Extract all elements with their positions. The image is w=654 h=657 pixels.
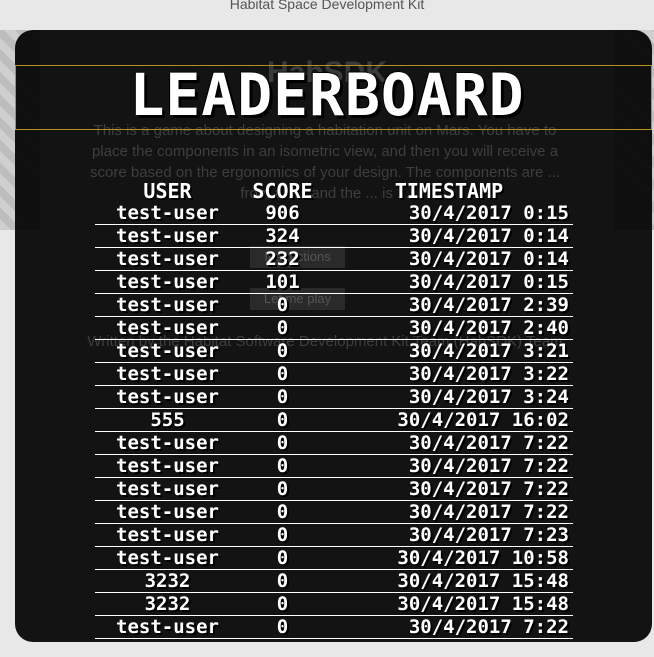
leaderboard-row: 3232 0 30/4/2017 15:48 xyxy=(95,569,573,593)
cell-timestamp: 30/4/2017 7:22 xyxy=(325,477,573,501)
leaderboard-row: test-user 0 30/4/2017 3:22 xyxy=(95,362,573,386)
cell-user: test-user xyxy=(95,339,240,363)
cell-score: 101 xyxy=(240,270,325,294)
cell-user: test-user xyxy=(95,316,240,340)
cell-user: test-user xyxy=(95,454,240,478)
cell-timestamp: 30/4/2017 10:58 xyxy=(325,546,573,570)
leaderboard-row: test-user 0 30/4/2017 7:22 xyxy=(95,477,573,501)
cell-timestamp: 30/4/2017 7:23 xyxy=(325,523,573,547)
cell-score: 0 xyxy=(240,316,325,340)
leaderboard-row: test-user 0 30/4/2017 7:22 xyxy=(95,431,573,455)
cell-timestamp: 30/4/2017 2:40 xyxy=(325,316,573,340)
cell-timestamp: 30/4/2017 7:22 xyxy=(325,615,573,639)
cell-user: test-user xyxy=(95,477,240,501)
leaderboard-row: test-user 232 30/4/2017 0:14 xyxy=(95,247,573,271)
cell-score: 0 xyxy=(240,385,325,409)
leaderboard-row: test-user 0 30/4/2017 3:24 xyxy=(95,385,573,409)
cell-score: 0 xyxy=(240,569,325,593)
cell-timestamp: 30/4/2017 0:15 xyxy=(325,270,573,294)
column-header-timestamp: TIMESTAMP xyxy=(394,179,504,203)
leaderboard-row: test-user 0 30/4/2017 7:22 xyxy=(95,500,573,524)
cell-user: test-user xyxy=(95,431,240,455)
app-header-title: Habitat Space Development Kit xyxy=(229,0,425,12)
cell-score: 0 xyxy=(240,546,325,570)
cell-timestamp: 30/4/2017 16:02 xyxy=(325,408,573,432)
cell-timestamp: 30/4/2017 15:48 xyxy=(325,592,573,616)
leaderboard-title: LEADERBOARD xyxy=(129,61,525,129)
cell-user: 555 xyxy=(95,408,240,432)
cell-user: 3232 xyxy=(95,592,240,616)
cell-user: test-user xyxy=(95,385,240,409)
cell-user: test-user xyxy=(95,247,240,271)
leaderboard-row: test-user 0 30/4/2017 2:40 xyxy=(95,316,573,340)
cell-score: 0 xyxy=(240,500,325,524)
leaderboard-row: test-user 0 30/4/2017 3:21 xyxy=(95,339,573,363)
cell-score: 0 xyxy=(240,615,325,639)
cell-timestamp: 30/4/2017 7:22 xyxy=(325,454,573,478)
leaderboard-row: test-user 0 30/4/2017 10:58 xyxy=(95,546,573,570)
cell-user: 3232 xyxy=(95,569,240,593)
cell-score: 232 xyxy=(240,247,325,271)
leaderboard-row: test-user 0 30/4/2017 7:22 xyxy=(95,615,573,639)
cell-timestamp: 30/4/2017 7:22 xyxy=(325,500,573,524)
leaderboard-row: test-user 0 30/4/2017 7:23 xyxy=(95,523,573,547)
cell-score: 0 xyxy=(240,592,325,616)
cell-score: 0 xyxy=(240,523,325,547)
cell-score: 0 xyxy=(240,362,325,386)
cell-score: 0 xyxy=(240,339,325,363)
cell-user: test-user xyxy=(95,523,240,547)
cell-score: 0 xyxy=(240,408,325,432)
cell-score: 324 xyxy=(240,224,325,248)
cell-user: test-user xyxy=(95,202,240,225)
leaderboard-row: test-user 0 30/4/2017 2:39 xyxy=(95,293,573,317)
leaderboard-row: test-user 0 30/4/2017 7:22 xyxy=(95,454,573,478)
cell-timestamp: 30/4/2017 3:22 xyxy=(325,362,573,386)
cell-user: test-user xyxy=(95,362,240,386)
cell-user: test-user xyxy=(95,615,240,639)
cell-timestamp: 30/4/2017 0:14 xyxy=(325,247,573,271)
leaderboard-row: 555 0 30/4/2017 16:02 xyxy=(95,408,573,432)
cell-user: test-user xyxy=(95,546,240,570)
cell-timestamp: 30/4/2017 3:24 xyxy=(325,385,573,409)
column-header-user: USER xyxy=(143,179,192,203)
cell-user: test-user xyxy=(95,270,240,294)
cell-timestamp: 30/4/2017 2:39 xyxy=(325,293,573,317)
cell-user: test-user xyxy=(95,293,240,317)
cell-score: 906 xyxy=(240,202,325,225)
cell-timestamp: 30/4/2017 0:14 xyxy=(325,224,573,248)
leaderboard-table: USER SCORE TIMESTAMP test-user 906 30/4/20… xyxy=(95,180,573,639)
leaderboard-row: 3232 0 30/4/2017 15:48 xyxy=(95,592,573,616)
leaderboard-row: test-user 906 30/4/2017 0:15 xyxy=(95,202,573,225)
cell-score: 0 xyxy=(240,293,325,317)
cell-timestamp: 30/4/2017 15:48 xyxy=(325,569,573,593)
cell-score: 0 xyxy=(240,431,325,455)
leaderboard-row: test-user 324 30/4/2017 0:14 xyxy=(95,224,573,248)
cell-timestamp: 30/4/2017 3:21 xyxy=(325,339,573,363)
cell-score: 0 xyxy=(240,477,325,501)
cell-timestamp: 30/4/2017 7:22 xyxy=(325,431,573,455)
cell-timestamp: 30/4/2017 0:15 xyxy=(325,202,573,225)
leaderboard-row: test-user 101 30/4/2017 0:15 xyxy=(95,270,573,294)
column-header-score: SCORE xyxy=(252,179,313,203)
cell-user: test-user xyxy=(95,500,240,524)
leaderboard-header-row: USER SCORE TIMESTAMP xyxy=(95,180,573,202)
cell-user: test-user xyxy=(95,224,240,248)
cell-score: 0 xyxy=(240,454,325,478)
